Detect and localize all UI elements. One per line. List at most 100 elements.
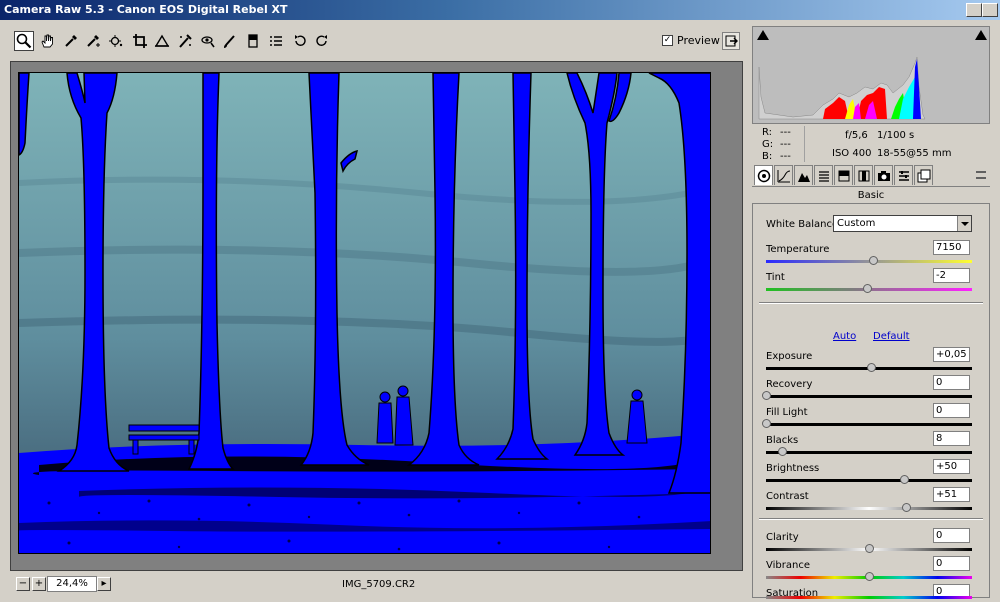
zoom-icon[interactable] (14, 31, 34, 51)
zoom-menu-button[interactable]: ▸ (97, 577, 111, 591)
fill-light-label: Fill Light (766, 407, 808, 418)
lens: 18-55@55 mm (877, 148, 952, 159)
hsl-icon (818, 170, 829, 182)
exposure-value[interactable]: +0,05 (933, 347, 970, 362)
preferences-icon[interactable] (266, 31, 286, 51)
white-balance-icon[interactable] (61, 31, 81, 51)
rotate-right-icon[interactable] (312, 31, 332, 51)
basic-settings: White Balance: Custom Temperature 7150 T… (752, 203, 990, 599)
fill-light-track[interactable] (766, 423, 972, 426)
adjustment-brush-icon[interactable] (220, 31, 240, 51)
fullscreen-icon (725, 35, 738, 47)
clarity-slider-row: Clarity 0 (753, 528, 989, 558)
crop-icon[interactable] (130, 31, 150, 51)
color-sampler-icon[interactable] (83, 31, 103, 51)
brightness-slider-row: Brightness +50 (753, 459, 989, 489)
straighten-icon[interactable] (152, 31, 172, 51)
file-name: IMG_5709.CR2 (342, 579, 416, 590)
preview-checkbox[interactable]: ✓ (662, 35, 673, 46)
brightness-label: Brightness (766, 463, 820, 474)
tab-presets[interactable] (894, 165, 913, 185)
camera-icon (877, 170, 890, 181)
preview-toggle[interactable]: ✓ Preview (662, 34, 720, 47)
contrast-thumb[interactable] (902, 503, 912, 512)
status-bar: − + 24,4% ▸ IMG_5709.CR2 (10, 574, 743, 596)
divider (759, 302, 983, 304)
tab-camera-calibration[interactable] (874, 165, 893, 185)
exposure-label: Exposure (766, 351, 813, 362)
snapshots-icon (917, 169, 930, 182)
temperature-value[interactable]: 7150 (933, 240, 970, 255)
tab-lens-corrections[interactable] (854, 165, 873, 185)
toolbar (10, 28, 745, 56)
r-value: --- (780, 127, 791, 138)
tint-value[interactable]: -2 (933, 268, 970, 283)
tab-tone-curve[interactable] (774, 165, 793, 185)
g-value: --- (780, 139, 791, 150)
section-title: Basic (857, 190, 885, 201)
exposure-slider-row: Exposure +0,05 (753, 347, 989, 377)
blacks-track[interactable] (766, 451, 972, 454)
zoom-in-button[interactable]: + (32, 577, 46, 591)
fullscreen-button[interactable] (722, 32, 740, 50)
tab-split-toning[interactable] (834, 165, 853, 185)
auto-link[interactable]: Auto (833, 331, 856, 342)
rotate-left-icon[interactable] (290, 31, 310, 51)
spot-removal-icon[interactable] (175, 31, 195, 51)
split-toning-icon (838, 170, 849, 181)
recovery-thumb[interactable] (762, 391, 771, 400)
tab-snapshots[interactable] (914, 165, 933, 185)
tab-hsl[interactable] (814, 165, 833, 185)
adjustments-panel: R: --- G: --- B: --- f/5,6 1/100 s ISO 4… (750, 22, 994, 600)
temperature-thumb[interactable] (869, 256, 879, 265)
temperature-slider-row: Temperature 7150 (753, 240, 989, 270)
divider (759, 518, 983, 520)
graduated-filter-icon[interactable] (243, 31, 263, 51)
recovery-value[interactable]: 0 (933, 375, 970, 390)
exposure-thumb[interactable] (867, 363, 877, 372)
clarity-thumb[interactable] (865, 544, 874, 553)
brightness-value[interactable]: +50 (933, 459, 970, 474)
image-preview-area[interactable] (10, 61, 743, 571)
saturation-slider-row: Saturation 0 (753, 584, 989, 599)
fill-light-value[interactable]: 0 (933, 403, 970, 418)
blacks-thumb[interactable] (778, 447, 788, 456)
window-title-bar: Camera Raw 5.3 - Canon EOS Digital Rebel… (0, 0, 1000, 20)
blacks-slider-row: Blacks 8 (753, 431, 989, 461)
preview-label: Preview (677, 34, 720, 47)
maximize-button[interactable] (966, 3, 982, 17)
red-eye-icon[interactable] (198, 31, 218, 51)
histogram (752, 26, 990, 124)
close-button[interactable] (982, 3, 998, 17)
clarity-label: Clarity (766, 532, 799, 543)
contrast-value[interactable]: +51 (933, 487, 970, 502)
vibrance-value[interactable]: 0 (933, 556, 970, 571)
temperature-label: Temperature (766, 244, 830, 255)
white-balance-label: White Balance: (766, 219, 842, 230)
default-link[interactable]: Default (873, 331, 910, 342)
shutter-speed: 1/100 s (877, 130, 915, 141)
blacks-value[interactable]: 8 (933, 431, 970, 446)
panel-menu-icon[interactable] (976, 171, 986, 179)
zoom-level-field[interactable]: 24,4% (47, 576, 97, 592)
hand-icon[interactable] (37, 31, 57, 51)
contrast-track[interactable] (766, 507, 972, 510)
b-value: --- (780, 151, 791, 162)
vibrance-thumb[interactable] (865, 572, 874, 581)
recovery-slider-row: Recovery 0 (753, 375, 989, 405)
white-balance-select[interactable]: Custom (833, 215, 972, 232)
clarity-value[interactable]: 0 (933, 528, 970, 543)
zoom-out-button[interactable]: − (16, 577, 30, 591)
target-adjustment-icon[interactable] (106, 31, 126, 51)
vibrance-slider-row: Vibrance 0 (753, 556, 989, 586)
lens-icon (858, 170, 869, 181)
tint-slider-row: Tint -2 (753, 268, 989, 298)
brightness-thumb[interactable] (900, 475, 910, 484)
tint-thumb[interactable] (862, 284, 872, 293)
fill-light-thumb[interactable] (762, 419, 771, 428)
tab-detail[interactable] (794, 165, 813, 185)
recovery-track[interactable] (766, 395, 972, 398)
saturation-track[interactable] (766, 596, 972, 599)
brightness-track[interactable] (766, 479, 972, 482)
tab-basic[interactable] (754, 165, 773, 185)
